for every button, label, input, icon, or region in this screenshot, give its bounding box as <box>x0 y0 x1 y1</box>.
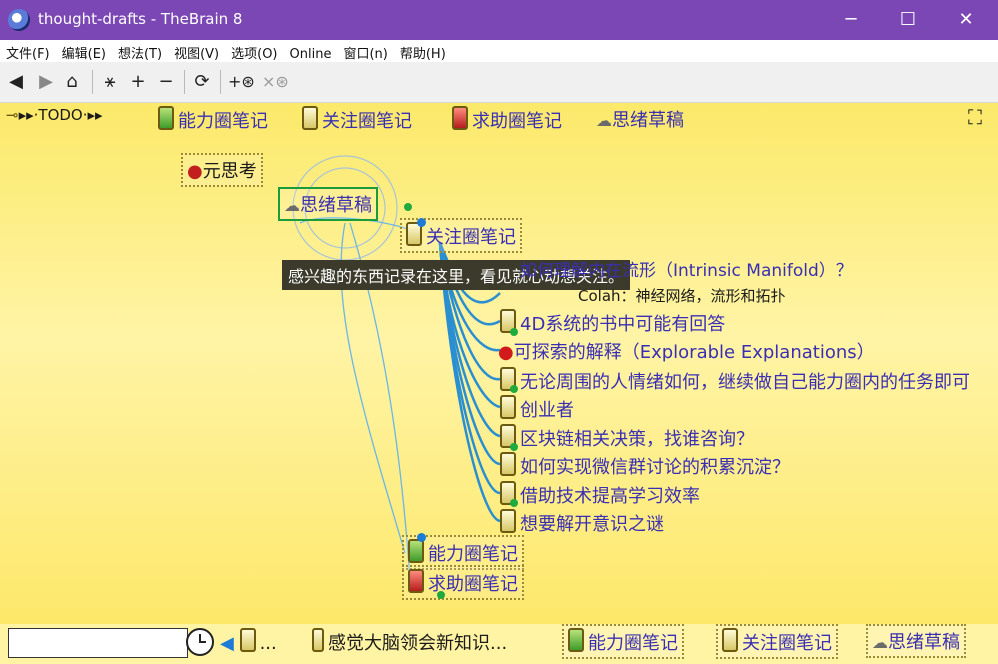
file-icon <box>722 628 738 652</box>
title-bar: thought-drafts - TheBrain 8 ─ ☐ ✕ <box>0 0 998 40</box>
back-icon[interactable]: ◀ <box>6 70 26 94</box>
file-icon <box>500 452 516 476</box>
file-icon <box>568 628 584 652</box>
file-icon <box>239 628 256 652</box>
child-node[interactable]: 创业者 <box>500 395 574 422</box>
brain-canvas[interactable]: ⊸▸▸·TODO·▸▸ 能力圈笔记 关注圈笔记 求助圈笔记 ☁思绪草稿 ⛶ ●元… <box>0 103 998 624</box>
child-node[interactable]: 区块链相关决策，找谁咨询？ <box>500 424 754 451</box>
apple-icon: ● <box>498 342 514 363</box>
pin-bar: ◀ ... 感觉大脑领会新知识... 能力圈笔记 关注圈笔记 ☁思绪草稿 <box>0 624 998 664</box>
clock-icon[interactable] <box>186 628 214 656</box>
remove-link-icon[interactable]: ×⊛ <box>262 70 289 94</box>
menu-thought[interactable]: 想法(T) <box>112 40 168 62</box>
gate-dot[interactable] <box>417 533 426 542</box>
child-node[interactable]: 如何实现微信群讨论的积累沉淀？ <box>500 452 790 479</box>
apple-icon: ● <box>187 161 203 182</box>
search-input[interactable] <box>8 628 188 658</box>
sibling-help-node[interactable]: 求助圈笔记 <box>402 565 524 600</box>
meta-thinking-node[interactable]: ●元思考 <box>181 153 263 187</box>
history-pin[interactable]: ◀ ... <box>220 628 277 654</box>
menu-online[interactable]: Online <box>284 44 338 62</box>
pin-attention-notes[interactable]: 关注圈笔记 <box>716 624 838 659</box>
child-node[interactable]: ●可探索的解释（Explorable Explanations） <box>498 338 875 364</box>
refresh-icon[interactable]: ⟳ <box>192 70 212 94</box>
gate-dot[interactable] <box>437 591 445 599</box>
expand-icon[interactable]: ⛶ <box>968 105 982 129</box>
child-node[interactable]: 如何理解内在流形（Intrinsic Manifold）？ <box>520 256 853 281</box>
minimize-button[interactable]: ─ <box>823 0 879 40</box>
home-icon[interactable]: ⌂ <box>62 70 82 94</box>
current-thought-pin[interactable]: 感觉大脑领会新知识... <box>312 628 507 655</box>
cloud-icon: ☁ <box>284 196 300 215</box>
file-icon <box>500 509 516 533</box>
parent-node[interactable]: ☁思绪草稿 <box>278 187 378 221</box>
file-icon <box>500 395 516 419</box>
maximize-button[interactable]: ☐ <box>880 0 936 40</box>
cloud-icon: ☁ <box>596 111 612 130</box>
forward-icon[interactable]: ▶ <box>36 70 56 94</box>
toolbar-separator <box>184 70 185 94</box>
layout-icon[interactable]: ⚹ <box>100 70 120 94</box>
back-arrow-icon: ◀ <box>220 633 234 654</box>
file-icon <box>408 539 424 563</box>
child-node[interactable]: 借助技术提高学习效率 <box>500 481 700 508</box>
gate-dot[interactable] <box>510 499 518 507</box>
toolbar: ◀ ▶ ⌂ ⚹ + − ⟳ +⊛ ×⊛ <box>0 62 998 103</box>
close-button[interactable]: ✕ <box>938 0 994 40</box>
child-node[interactable]: 无论周围的人情绪如何，继续做自己能力圈内的任务即可 <box>500 367 970 394</box>
remove-thought-icon[interactable]: − <box>156 70 176 94</box>
pin-thought-drafts[interactable]: ☁思绪草稿 <box>866 624 966 658</box>
menu-view[interactable]: 视图(V) <box>168 40 225 62</box>
menu-bar: 文件(F) 编辑(E) 想法(T) 视图(V) 选项(O) Online 窗口(n) 帮助(H… <box>0 40 998 62</box>
pin-ability-notes[interactable]: 能力圈笔记 <box>562 624 684 659</box>
menu-help[interactable]: 帮助(H) <box>394 40 452 62</box>
menu-file[interactable]: 文件(F) <box>0 40 56 62</box>
window-title: thought-drafts - TheBrain 8 <box>38 10 243 28</box>
gate-dot[interactable] <box>510 443 518 451</box>
file-icon <box>312 628 324 652</box>
child-node[interactable]: 想要解开意识之谜 <box>500 509 664 536</box>
pin-ability-notes[interactable]: 能力圈笔记 <box>158 106 268 133</box>
file-icon <box>452 106 468 130</box>
gate-dot[interactable] <box>417 218 426 227</box>
pin-todo[interactable]: ⊸▸▸·TODO·▸▸ <box>6 106 103 124</box>
child-node[interactable]: 4D系统的书中可能有回答 <box>500 309 725 336</box>
pin-help-notes[interactable]: 求助圈笔记 <box>452 106 562 133</box>
tag-icon: ⊸ <box>6 106 19 124</box>
add-thought-icon[interactable]: + <box>128 70 148 94</box>
gate-dot[interactable] <box>510 328 518 336</box>
pin-attention-notes[interactable]: 关注圈笔记 <box>302 106 412 133</box>
file-icon <box>158 106 174 130</box>
menu-window[interactable]: 窗口(n) <box>337 40 393 62</box>
child-node[interactable]: Colah：神经网络，流形和拓扑 <box>578 285 786 306</box>
file-icon <box>408 569 424 593</box>
add-link-icon[interactable]: +⊛ <box>228 70 255 94</box>
menu-options[interactable]: 选项(O) <box>225 40 283 62</box>
toolbar-separator <box>220 70 221 94</box>
gate-dot[interactable] <box>510 385 518 393</box>
gate-dot[interactable] <box>404 203 412 211</box>
cloud-icon: ☁ <box>872 633 888 652</box>
app-logo-icon <box>8 9 30 31</box>
pin-thought-drafts[interactable]: ☁思绪草稿 <box>596 106 684 132</box>
menu-edit[interactable]: 编辑(E) <box>56 40 112 62</box>
toolbar-separator <box>92 70 93 94</box>
file-icon <box>302 106 318 130</box>
